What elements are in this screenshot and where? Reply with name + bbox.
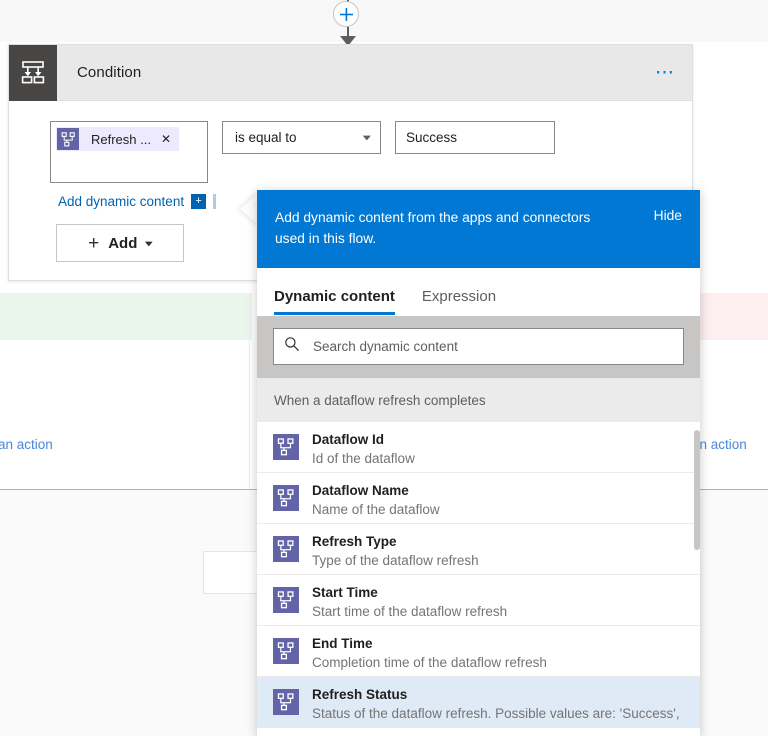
add-action-link-yes[interactable]: an action [0, 437, 53, 452]
dataflow-icon [57, 128, 79, 150]
plus-icon: + [88, 232, 100, 254]
list-item[interactable]: Refresh Type Type of the dataflow refres… [257, 524, 700, 575]
dataflow-icon [273, 433, 299, 460]
condition-expression-row: Refresh ... ✕ is equal to ▾ Success [9, 121, 692, 183]
scrollbar-thumb[interactable] [694, 429, 700, 550]
dataflow-icon [273, 637, 299, 664]
condition-operator-value: is equal to [235, 130, 297, 145]
list-item[interactable]: Dataflow Id Id of the dataflow [257, 422, 700, 473]
condition-title: Condition [77, 64, 142, 81]
search-icon [284, 336, 300, 357]
dynamic-content-tabs: Dynamic content Expression [257, 267, 700, 316]
dynamic-content-banner-text: Add dynamic content from the apps and co… [275, 210, 591, 247]
list-item[interactable]: End Time Completion time of the dataflow… [257, 626, 700, 677]
add-action-link-no[interactable]: an action [692, 437, 747, 452]
list-item-title: Start Time [312, 584, 378, 600]
add-dynamic-content-link[interactable]: Add dynamic content [58, 194, 184, 209]
list-item-description: Status of the dataflow refresh. Possible… [312, 705, 684, 721]
ellipsis-icon[interactable]: ⋯ [655, 63, 676, 82]
search-input[interactable] [311, 337, 673, 355]
canvas-top-strip [0, 0, 768, 42]
condition-left-operand[interactable]: Refresh ... ✕ [50, 121, 208, 183]
list-item-description: Type of the dataflow refresh [312, 552, 479, 568]
close-icon[interactable]: ✕ [161, 132, 173, 146]
list-item-description: Name of the dataflow [312, 501, 440, 517]
insert-step-plus-icon[interactable] [333, 1, 359, 27]
list-item-title: Refresh Status [312, 686, 408, 702]
if-yes-branch-body [0, 340, 250, 500]
chevron-down-icon: ▾ [145, 238, 154, 249]
dynamic-token-label: Refresh ... [91, 131, 151, 147]
list-item[interactable]: Refresh Status Status of the dataflow re… [257, 676, 700, 728]
list-item-title: Dataflow Name [312, 482, 409, 498]
dynamic-content-list: Dataflow Id Id of the dataflow Dataflow … [257, 421, 700, 736]
list-item-title: Refresh Type [312, 533, 397, 549]
list-item[interactable]: Start Time Start time of the dataflow re… [257, 575, 700, 626]
add-condition-button-label: Add [108, 234, 138, 252]
condition-card-header[interactable]: Condition ⋯ [9, 44, 692, 101]
if-no-branch-header [690, 293, 768, 340]
add-dynamic-content-row[interactable]: Add dynamic content + [58, 194, 217, 209]
panel-scrollbar[interactable] [694, 422, 700, 736]
condition-value-text: Success [406, 130, 458, 145]
chevron-down-icon: ▾ [363, 132, 372, 144]
if-yes-branch-header [0, 293, 252, 340]
dataflow-icon [273, 484, 299, 511]
dataflow-icon [273, 688, 299, 715]
tab-dynamic-content[interactable]: Dynamic content [274, 288, 395, 315]
dynamic-content-banner: Add dynamic content from the apps and co… [257, 190, 700, 268]
list-item-title: End Time [312, 635, 373, 651]
search-box[interactable] [273, 327, 684, 365]
condition-branch-icon [9, 44, 57, 101]
condition-value-input[interactable]: Success [395, 121, 555, 154]
dataflow-icon [273, 586, 299, 613]
add-dynamic-content-badge[interactable]: + [191, 194, 207, 209]
list-item[interactable]: Dataflow Name Name of the dataflow [257, 473, 700, 524]
list-item-description: Completion time of the dataflow refresh [312, 654, 547, 670]
condition-operator-select[interactable]: is equal to ▾ [222, 121, 381, 154]
flow-designer-canvas: an action an action + Ne Condition ⋯ [0, 0, 768, 736]
dynamic-token-chip[interactable]: Refresh ... ✕ [56, 127, 180, 151]
tab-expression[interactable]: Expression [422, 288, 496, 315]
dataflow-icon [273, 535, 299, 562]
add-condition-button[interactable]: + Add ▾ [56, 224, 184, 262]
text-cursor-icon [213, 194, 217, 209]
if-no-branch-body [691, 340, 768, 500]
list-item-description: Id of the dataflow [312, 450, 415, 466]
list-item-description: Start time of the dataflow refresh [312, 603, 508, 619]
list-item-title: Dataflow Id [312, 431, 385, 447]
dynamic-content-panel: Add dynamic content from the apps and co… [257, 190, 700, 736]
dynamic-content-group-header: When a dataflow refresh completes [257, 377, 700, 422]
hide-banner-button[interactable]: Hide [654, 207, 682, 223]
dynamic-content-search-area [257, 315, 700, 378]
